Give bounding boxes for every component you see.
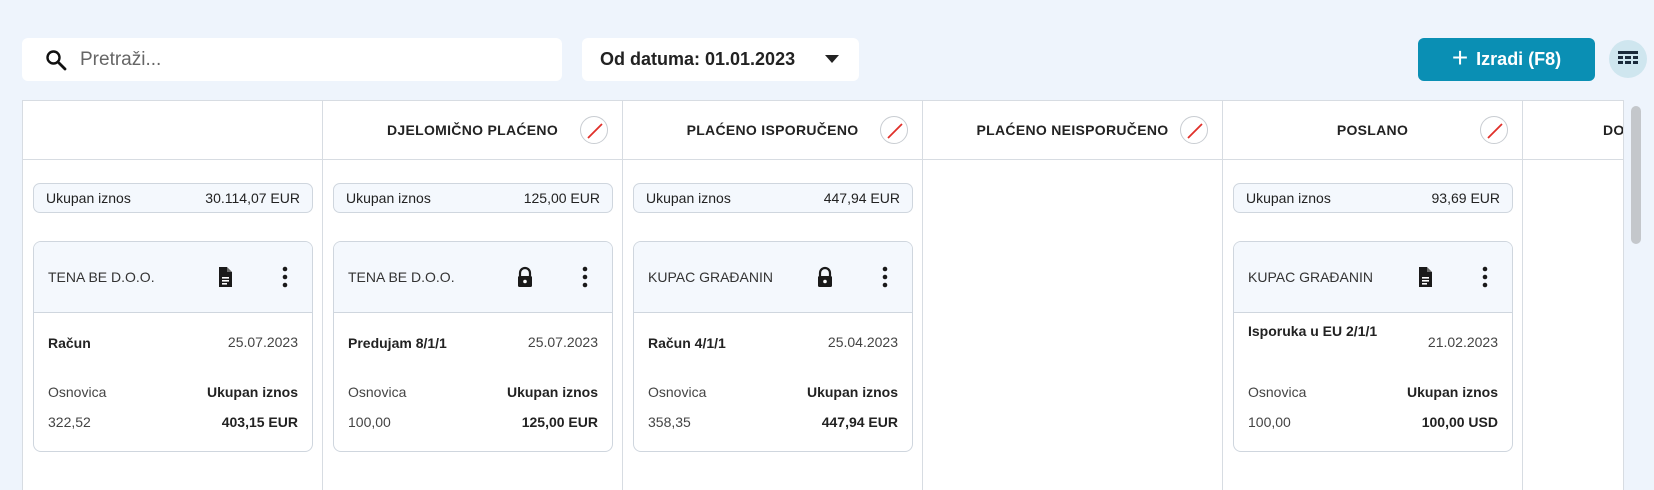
card-base-label: Osnovica (648, 384, 707, 400)
card-document-title: Predujam 8/1/1 (348, 335, 447, 351)
card-total-label: Ukupan iznos (1406, 384, 1498, 400)
card-total-value: 447,94 EUR (821, 414, 898, 430)
document-icon[interactable] (214, 266, 236, 288)
search-input[interactable]: Pretraži... (80, 49, 161, 71)
column-total-label: Ukupan iznos (1246, 190, 1331, 206)
kanban-board: Ukupan iznos 30.114,07 EUR TENA BE D.O.O… (22, 100, 1624, 490)
column-header: DJELOMIČNO PLAĆENO (323, 101, 622, 160)
no-entry-icon[interactable] (880, 116, 908, 144)
card-total-value: 125,00 EUR (521, 414, 598, 430)
card-date: 21.02.2023 (1427, 334, 1498, 350)
column-header: POSLANO (1223, 101, 1522, 160)
card-total-label: Ukupan iznos (506, 384, 598, 400)
column-total-label: Ukupan iznos (346, 190, 431, 206)
document-card[interactable]: TENA BE D.O.O. Predujam 8/1/1 25.07.2023… (333, 241, 613, 452)
document-icon[interactable] (1414, 266, 1436, 288)
column-total: Ukupan iznos 30.114,07 EUR (33, 183, 313, 213)
card-base-value: 322,52 (48, 414, 91, 430)
column-total-label: Ukupan iznos (46, 190, 131, 206)
card-header: KUPAC GRAĐANIN (1234, 242, 1512, 313)
card-document-title: Račun 4/1/1 (648, 335, 726, 351)
card-base-value: 358,35 (648, 414, 691, 430)
search-box[interactable]: Pretraži... (22, 38, 562, 81)
card-document-title: Račun (48, 335, 91, 351)
column-title: PLAĆENO NEISPORUČENO (976, 122, 1169, 138)
card-header: TENA BE D.O.O. (334, 242, 612, 313)
card-customer: KUPAC GRAĐANIN (1248, 269, 1373, 285)
card-customer: KUPAC GRAĐANIN (648, 269, 773, 285)
column-header: DOS (1523, 101, 1624, 160)
card-header: TENA BE D.O.O. (34, 242, 312, 313)
lock-icon (818, 266, 832, 287)
column-total-value: 125,00 EUR (523, 190, 600, 206)
column-header: PLAĆENO ISPORUČENO (623, 101, 922, 160)
column-header (23, 101, 322, 160)
kanban-column: DOS (1523, 101, 1624, 490)
kanban-column: PLAĆENO ISPORUČENO Ukupan iznos 447,94 E… (623, 101, 923, 490)
column-total: Ukupan iznos 447,94 EUR (633, 183, 913, 213)
column-title: DJELOMIČNO PLAĆENO (386, 122, 559, 138)
no-entry-icon[interactable] (1480, 116, 1508, 144)
card-date: 25.04.2023 (827, 334, 898, 350)
more-options-icon[interactable] (574, 265, 596, 289)
column-total: Ukupan iznos 93,69 EUR (1233, 183, 1513, 213)
more-options-icon[interactable] (274, 265, 296, 289)
kanban-column: Ukupan iznos 30.114,07 EUR TENA BE D.O.O… (23, 101, 323, 490)
document-card[interactable]: TENA BE D.O.O. Račun 25.07.2023 Osnovica… (33, 241, 313, 452)
card-date: 25.07.2023 (227, 334, 298, 350)
search-icon (46, 49, 67, 70)
card-total-label: Ukupan iznos (806, 384, 898, 400)
card-customer: TENA BE D.O.O. (48, 269, 155, 285)
column-total-value: 93,69 EUR (1431, 190, 1500, 206)
card-base-label: Osnovica (48, 384, 107, 400)
no-entry-icon[interactable] (1180, 116, 1208, 144)
document-card[interactable]: KUPAC GRAĐANIN Račun 4/1/1 25.04.2023 Os… (633, 241, 913, 452)
vertical-scrollbar[interactable] (1631, 106, 1641, 244)
kanban-column: DJELOMIČNO PLAĆENO Ukupan iznos 125,00 E… (323, 101, 623, 490)
create-button-label: Izradi (F8) (1476, 49, 1562, 69)
column-total-value: 447,94 EUR (823, 190, 900, 206)
card-base-value: 100,00 (348, 414, 391, 430)
chevron-down-icon (825, 55, 839, 63)
card-header: KUPAC GRAĐANIN (634, 242, 912, 313)
no-entry-icon[interactable] (580, 116, 608, 144)
column-title: PLAĆENO ISPORUČENO (686, 122, 859, 138)
card-total-value: 100,00 USD (1421, 414, 1498, 430)
card-base-label: Osnovica (1248, 384, 1307, 400)
column-header: PLAĆENO NEISPORUČENO (923, 101, 1222, 160)
lock-icon (518, 266, 532, 287)
document-card[interactable]: KUPAC GRAĐANIN Isporuka u EU 2/1/1 21.02… (1233, 241, 1513, 452)
card-document-title: Isporuka u EU 2/1/1 (1248, 323, 1378, 339)
view-toggle-button[interactable] (1609, 40, 1647, 78)
more-options-icon[interactable] (1474, 265, 1496, 289)
card-base-value: 100,00 (1248, 414, 1291, 430)
kanban-column: POSLANO Ukupan iznos 93,69 EUR KUPAC GRA… (1223, 101, 1523, 490)
column-title: POSLANO (1336, 122, 1409, 138)
kanban-view-icon (1618, 51, 1638, 64)
card-total-label: Ukupan iznos (206, 384, 298, 400)
plus-icon: + (1451, 42, 1469, 73)
card-customer: TENA BE D.O.O. (348, 269, 455, 285)
date-filter-label: Od datuma: 01.01.2023 (600, 49, 796, 69)
kanban-column: PLAĆENO NEISPORUČENO (923, 101, 1223, 490)
column-title: DOS (1603, 122, 1624, 138)
date-filter-dropdown[interactable]: Od datuma: 01.01.2023 (582, 38, 859, 81)
column-total-label: Ukupan iznos (646, 190, 731, 206)
more-options-icon[interactable] (874, 265, 896, 289)
card-base-label: Osnovica (348, 384, 407, 400)
column-total-value: 30.114,07 EUR (205, 190, 300, 206)
column-total: Ukupan iznos 125,00 EUR (333, 183, 613, 213)
create-button[interactable]: + Izradi (F8) (1418, 38, 1595, 81)
card-total-value: 403,15 EUR (221, 414, 298, 430)
card-date: 25.07.2023 (527, 334, 598, 350)
